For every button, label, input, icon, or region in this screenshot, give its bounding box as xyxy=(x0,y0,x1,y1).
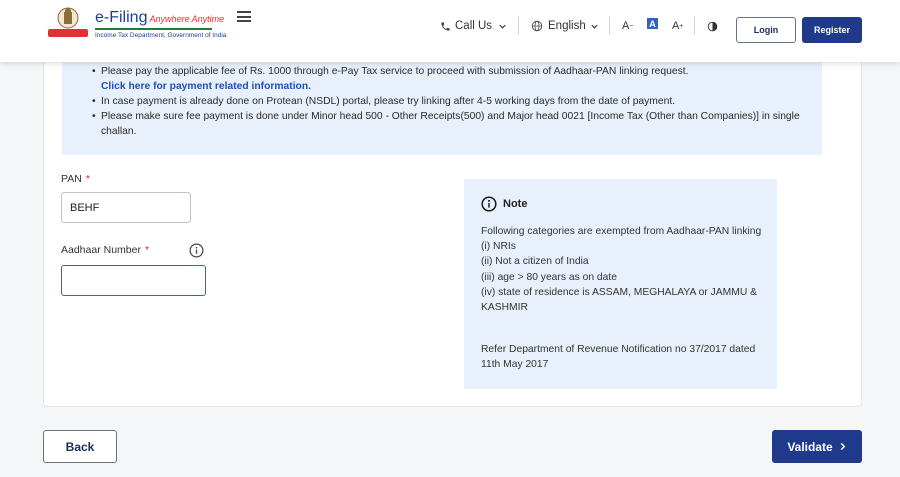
note-title: Note xyxy=(503,198,528,210)
note-item: (ii) Not a citizen of India xyxy=(481,256,589,268)
chevron-down-icon xyxy=(591,24,598,29)
header-divider xyxy=(609,17,610,35)
payment-info-link[interactable]: Click here for payment related informati… xyxy=(101,81,311,92)
chevron-down-icon xyxy=(499,24,506,29)
note-reference: Refer Department of Revenue Notification… xyxy=(481,344,756,371)
aadhaar-label: Aadhaar Number * xyxy=(61,244,150,256)
header-divider xyxy=(518,17,519,35)
emblem-icon xyxy=(48,7,88,37)
logo-underline xyxy=(95,28,212,30)
efiling-logo[interactable]: e-Filing Anywhere Anytime Income Tax Depa… xyxy=(44,5,226,41)
register-button[interactable]: Register xyxy=(802,17,862,43)
pan-label: PAN * xyxy=(61,173,90,185)
note-body: Following categories are exempted from A… xyxy=(481,224,771,315)
aadhaar-input[interactable] xyxy=(61,265,206,296)
contrast-icon xyxy=(707,21,718,31)
info-icon[interactable] xyxy=(189,243,204,258)
font-increase-button[interactable]: A + xyxy=(672,17,683,35)
logo-subtitle: Income Tax Department, Government of Ind… xyxy=(95,32,227,39)
payment-info-list: Please pay the applicable fee of Rs. 100… xyxy=(90,64,810,139)
list-item: Please make sure fee payment is done und… xyxy=(90,109,810,139)
info-icon xyxy=(481,196,497,212)
logo-title: e-Filing Anywhere Anytime xyxy=(95,9,225,26)
note-item: (iii) age > 80 years as on date xyxy=(481,271,617,283)
list-item: Please pay the applicable fee of Rs. 100… xyxy=(90,64,810,94)
language-label: English xyxy=(548,20,586,32)
chevron-right-icon xyxy=(840,442,846,451)
pan-input[interactable] xyxy=(61,192,191,223)
call-us-label: Call Us xyxy=(455,20,493,32)
phone-icon xyxy=(441,21,450,31)
globe-icon xyxy=(531,20,543,32)
header-divider xyxy=(694,17,695,35)
language-dropdown[interactable]: English xyxy=(531,17,599,35)
login-button[interactable]: Login xyxy=(736,17,796,43)
menu-icon[interactable] xyxy=(237,11,251,22)
site-header: e-Filing Anywhere Anytime Income Tax Depa… xyxy=(0,0,900,62)
validate-button[interactable]: Validate xyxy=(772,430,862,463)
note-item: (i) NRIs xyxy=(481,241,516,253)
note-intro: Following categories are exempted from A… xyxy=(481,226,762,237)
list-item: In case payment is already done on Prote… xyxy=(90,94,810,109)
font-normal-button[interactable]: A xyxy=(647,18,658,29)
contrast-toggle[interactable] xyxy=(707,17,718,35)
call-us-dropdown[interactable]: Call Us xyxy=(440,17,507,35)
font-decrease-button[interactable]: A − xyxy=(622,17,633,35)
back-button[interactable]: Back xyxy=(43,430,117,463)
note-item: (iv) state of residence is ASSAM, MEGHAL… xyxy=(481,286,757,314)
